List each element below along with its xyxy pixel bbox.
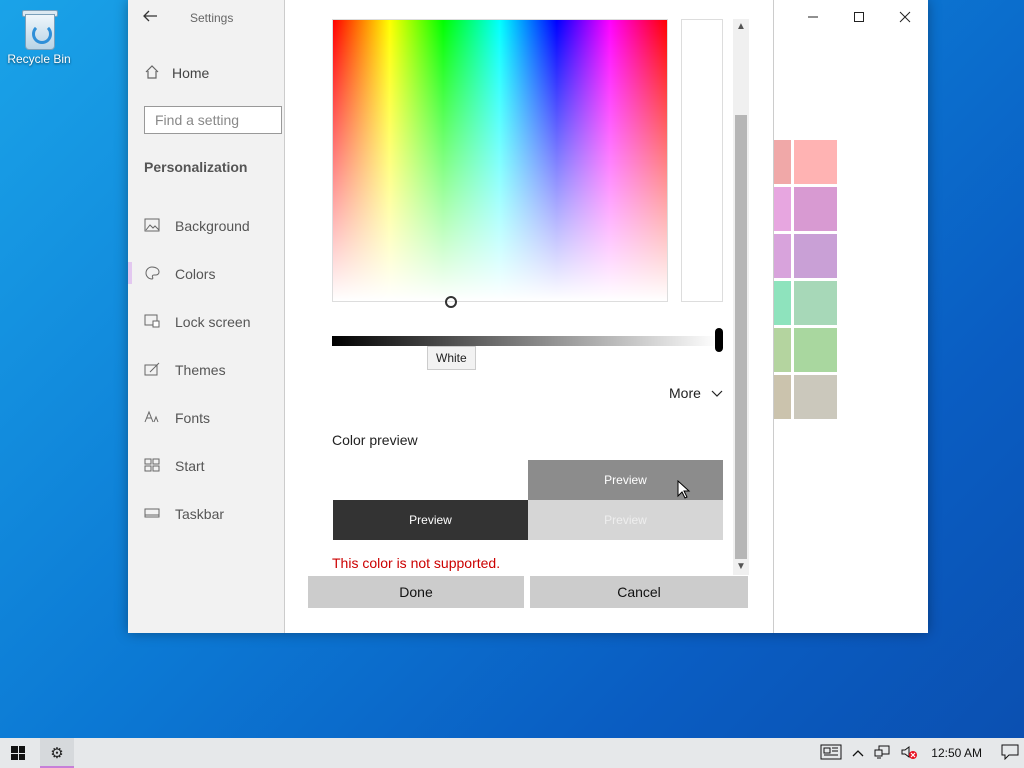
- app-title: Settings: [190, 11, 234, 25]
- sidebar-item-themes[interactable]: Themes: [128, 354, 284, 402]
- scrollbar-thumb[interactable]: [735, 115, 747, 559]
- network-icon[interactable]: [874, 744, 890, 763]
- more-button[interactable]: More: [669, 385, 723, 401]
- sidebar-item-fonts[interactable]: Fonts: [128, 402, 284, 450]
- preview-accent-dark: Preview: [528, 500, 723, 540]
- swatch-row: [772, 375, 838, 419]
- swatch-row: [772, 140, 838, 184]
- color-swatch[interactable]: [794, 281, 837, 325]
- sidebar-item-label: Taskbar: [175, 506, 225, 522]
- sidebar-item-label: Fonts: [175, 410, 211, 426]
- nav-home-label: Home: [172, 65, 210, 81]
- accent-color-swatches: [772, 140, 838, 422]
- sidebar-item-background[interactable]: Background: [128, 210, 284, 258]
- clock[interactable]: 12:50 AM: [931, 746, 982, 760]
- mouse-pointer-icon: [677, 480, 691, 499]
- section-title: Personalization: [144, 159, 248, 175]
- preview-light-background: [333, 460, 528, 500]
- color-swatch[interactable]: [772, 234, 791, 278]
- swatch-row: [772, 281, 838, 325]
- maximize-button[interactable]: [836, 0, 882, 34]
- sidebar-item-label: Background: [175, 218, 250, 234]
- color-swatch[interactable]: [794, 234, 837, 278]
- nav-list: Background Colors Lock screen Themes Fon…: [128, 210, 284, 546]
- spectrum-selector[interactable]: [445, 296, 457, 308]
- color-preview-grid: Preview Preview Preview: [333, 460, 723, 540]
- done-button[interactable]: Done: [308, 576, 524, 608]
- sidebar-item-label: Themes: [175, 362, 226, 378]
- recycle-bin-icon: [21, 8, 58, 50]
- close-button[interactable]: [882, 0, 928, 34]
- color-swatch[interactable]: [794, 328, 837, 372]
- minimize-icon: [808, 16, 818, 18]
- palette-icon: [144, 266, 160, 280]
- home-icon: [144, 64, 160, 80]
- sidebar-item-colors[interactable]: Colors: [128, 258, 284, 306]
- swatch-row: [772, 187, 838, 231]
- sidebar-item-label: Colors: [175, 266, 216, 282]
- back-button[interactable]: [142, 8, 162, 28]
- color-swatch[interactable]: [794, 187, 837, 231]
- image-icon: [144, 218, 160, 232]
- preview-dark-background: Preview: [333, 500, 528, 540]
- recycle-bin-label: Recycle Bin: [7, 52, 71, 66]
- notification-icon[interactable]: [1001, 744, 1019, 763]
- taskbar: ⚙ 12:50 AM: [0, 738, 1024, 768]
- sidebar-item-lock-screen[interactable]: Lock screen: [128, 306, 284, 354]
- maximize-icon: [854, 12, 864, 22]
- search-input[interactable]: Find a setting: [144, 106, 282, 134]
- preview-accent-light: Preview: [528, 460, 723, 500]
- minimize-button[interactable]: [790, 0, 836, 34]
- system-tray: 12:50 AM: [815, 738, 1024, 768]
- chevron-down-icon[interactable]: ▼: [733, 559, 749, 575]
- windows-logo-icon: [11, 746, 25, 760]
- font-icon: [144, 410, 160, 424]
- sidebar-item-start[interactable]: Start: [128, 450, 284, 498]
- color-sample-box: [681, 19, 723, 302]
- volume-muted-icon[interactable]: [900, 744, 918, 763]
- color-swatch[interactable]: [772, 187, 791, 231]
- color-swatch[interactable]: [794, 140, 837, 184]
- slider-tooltip: White: [427, 346, 476, 370]
- close-icon: [899, 11, 911, 23]
- window-controls: [790, 0, 928, 34]
- color-swatch[interactable]: [772, 375, 791, 419]
- chevron-up-icon[interactable]: ▲: [733, 19, 749, 35]
- chevron-down-icon: [711, 387, 723, 401]
- dialog-scrollbar[interactable]: ▲ ▼: [733, 19, 749, 575]
- gear-icon: ⚙: [50, 745, 64, 762]
- start-button[interactable]: [0, 738, 36, 768]
- value-slider-thumb[interactable]: [715, 328, 723, 352]
- sidebar-item-label: Lock screen: [175, 314, 251, 330]
- value-slider[interactable]: [332, 336, 718, 346]
- back-arrow-icon: [143, 10, 157, 22]
- color-preview-label: Color preview: [332, 432, 418, 448]
- nav-home[interactable]: Home: [144, 64, 284, 86]
- sidebar-item-taskbar[interactable]: Taskbar: [128, 498, 284, 546]
- unsupported-color-error: This color is not supported.: [332, 555, 501, 571]
- swatch-row: [772, 234, 838, 278]
- settings-sidebar: Settings Home Find a setting Personaliza…: [128, 0, 284, 633]
- taskbar-settings-app[interactable]: ⚙: [40, 738, 74, 768]
- chevron-up-icon[interactable]: [852, 746, 864, 760]
- swatch-row: [772, 328, 838, 372]
- color-swatch[interactable]: [772, 328, 791, 372]
- cancel-button[interactable]: Cancel: [530, 576, 748, 608]
- news-icon[interactable]: [820, 744, 842, 763]
- more-label: More: [669, 385, 701, 401]
- custom-color-dialog: ▲ ▼ White More Color preview Preview Pre…: [284, 0, 774, 633]
- lock-screen-icon: [144, 314, 160, 328]
- color-swatch[interactable]: [772, 140, 791, 184]
- taskbar-icon: [144, 506, 160, 520]
- start-icon: [144, 458, 160, 472]
- color-spectrum[interactable]: [332, 19, 668, 302]
- sidebar-item-label: Start: [175, 458, 205, 474]
- color-swatch[interactable]: [794, 375, 837, 419]
- color-swatch[interactable]: [772, 281, 791, 325]
- recycle-bin-desktop-icon[interactable]: Recycle Bin: [6, 8, 72, 66]
- brush-icon: [144, 362, 160, 376]
